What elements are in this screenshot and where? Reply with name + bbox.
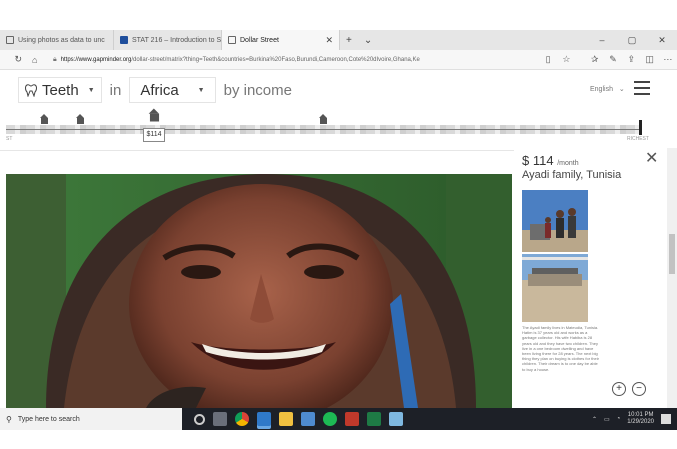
photos-icon[interactable] [389, 412, 403, 426]
tooth-icon [25, 83, 37, 97]
zoom-out-button[interactable]: − [632, 382, 646, 396]
task-view-icon[interactable] [213, 412, 227, 426]
cortana-icon[interactable] [194, 413, 205, 425]
dollar-street-header: Teeth ▼ in Africa ▼ by income English ⌄ [0, 72, 677, 108]
favorites-icon[interactable]: ✰ [586, 54, 604, 65]
favorite-star-icon[interactable]: ☆ [557, 54, 575, 65]
reading-view-icon[interactable]: ▯ [539, 54, 557, 65]
chrome-icon[interactable] [235, 412, 249, 426]
language-label: English [590, 86, 613, 93]
url-field[interactable]: 🔒︎ https://www.gapminder.org /dollar-str… [51, 53, 539, 67]
file-explorer-icon[interactable] [279, 412, 293, 426]
close-tab-icon[interactable]: ✕ [311, 35, 333, 46]
lock-icon: 🔒︎ [52, 55, 57, 63]
caret-down-icon: ▼ [197, 86, 205, 94]
browser-tab-strip: Using photos as data to unc STAT 216 – I… [0, 30, 677, 50]
monthly-income: $ 114 /month [522, 153, 579, 168]
family-portrait-image [522, 190, 588, 252]
chevron-down-icon: ⌄ [618, 86, 625, 93]
url-host: https://www.gapminder.org [60, 56, 132, 63]
richest-label: RICHEST [627, 136, 649, 142]
excel-icon[interactable] [367, 412, 381, 426]
taskbar-clock[interactable]: 10:01 PM 1/29/2020 [627, 412, 654, 426]
page-icon [228, 36, 236, 44]
tab-label: STAT 216 – Introduction to S [132, 36, 222, 44]
family-portrait-thumbnail[interactable] [522, 190, 588, 252]
language-selector[interactable]: English ⌄ [590, 85, 625, 93]
divider [0, 150, 520, 151]
thing-selector[interactable]: Teeth ▼ [18, 77, 102, 103]
tab-stat-216[interactable]: STAT 216 – Introduction to S [114, 30, 222, 50]
region-label: Africa [140, 81, 179, 99]
network-icon[interactable]: ◔ [617, 416, 621, 422]
share-icon[interactable]: ⇪ [622, 54, 640, 65]
tab-list-chevron-icon[interactable]: ⌄ [358, 30, 378, 50]
by-income-label: by income [223, 81, 292, 99]
tab-using-photos[interactable]: Using photos as data to unc [0, 30, 114, 50]
acrobat-icon[interactable] [345, 412, 359, 426]
search-placeholder: Type here to search [17, 415, 80, 423]
minimize-button[interactable]: – [587, 35, 617, 45]
dwelling-thumbnail[interactable] [522, 254, 588, 322]
taskbar-search[interactable]: ⚲ Type here to search [0, 408, 182, 430]
notification-icon[interactable] [661, 414, 671, 424]
spotify-icon[interactable] [323, 412, 337, 426]
refresh-icon[interactable]: ↻ [10, 54, 26, 65]
new-tab-button[interactable]: + [340, 30, 358, 50]
tab-label: Dollar Street [240, 36, 279, 44]
caret-down-icon: ▼ [87, 86, 95, 94]
extension-icon[interactable]: ◫ [640, 54, 658, 65]
price-tooltip: $114 [143, 128, 165, 142]
income-value: $ 114 [522, 153, 554, 168]
course-icon [120, 36, 128, 44]
close-panel-icon[interactable]: ✕ [645, 151, 658, 167]
clock-date: 1/29/2020 [627, 419, 654, 425]
more-icon[interactable]: ⋯ [659, 54, 677, 65]
family-name: Ayadi family, Tunisia [522, 169, 622, 181]
selected-house-icon[interactable] [148, 108, 161, 122]
house-icon[interactable] [319, 114, 328, 124]
range-handle-right[interactable] [639, 120, 642, 135]
pen-icon[interactable]: ✎ [604, 54, 622, 65]
address-bar-row: ↻ ⌂ 🔒︎ https://www.gapminder.org /dollar… [0, 50, 677, 70]
tray-chevron-icon[interactable]: ⌃ [592, 416, 597, 423]
family-info-panel: $ 114 /month Ayadi family, Tunisia ✕ The… [514, 148, 677, 408]
region-selector[interactable]: Africa ▼ [129, 77, 216, 103]
menu-icon[interactable] [634, 81, 650, 95]
edge-icon[interactable] [257, 412, 271, 426]
close-window-button[interactable]: ✕ [647, 35, 677, 46]
zoom-in-button[interactable]: + [612, 382, 626, 396]
tab-label: Using photos as data to unc [18, 36, 105, 44]
search-icon: ⚲ [6, 414, 12, 424]
poorest-label: ST [6, 136, 13, 142]
battery-icon[interactable]: ▭ [604, 416, 610, 423]
street-line [6, 129, 640, 130]
page-icon [6, 36, 14, 44]
dwelling-image [522, 254, 588, 322]
income-street[interactable]: $114 ST RICHEST [0, 108, 677, 148]
windows-taskbar: ⚲ Type here to search ⌃ ▭ ◔ 10:01 PM 1/2… [0, 408, 677, 430]
clock-time: 10:01 PM [627, 412, 654, 418]
home-icon[interactable]: ⌂ [26, 55, 42, 65]
house-icon[interactable] [76, 114, 85, 124]
scrollbar-thumb[interactable] [669, 234, 675, 274]
thing-label: Teeth [42, 81, 79, 99]
income-unit: /month [557, 160, 579, 167]
house-icon[interactable] [40, 114, 49, 124]
tab-dollar-street[interactable]: Dollar Street ✕ [222, 30, 340, 50]
smiling-woman-image [6, 174, 512, 408]
family-photo-large[interactable] [6, 174, 512, 408]
family-description: The Ayadi family lives in Mateudia, Tuni… [522, 325, 599, 372]
maximize-button[interactable]: ▢ [617, 35, 647, 46]
store-icon[interactable] [301, 412, 315, 426]
url-path: /dollar-street/matrix?thing=Teeth&countr… [131, 56, 420, 63]
page-scrollbar[interactable] [667, 148, 677, 408]
in-label: in [109, 81, 122, 99]
